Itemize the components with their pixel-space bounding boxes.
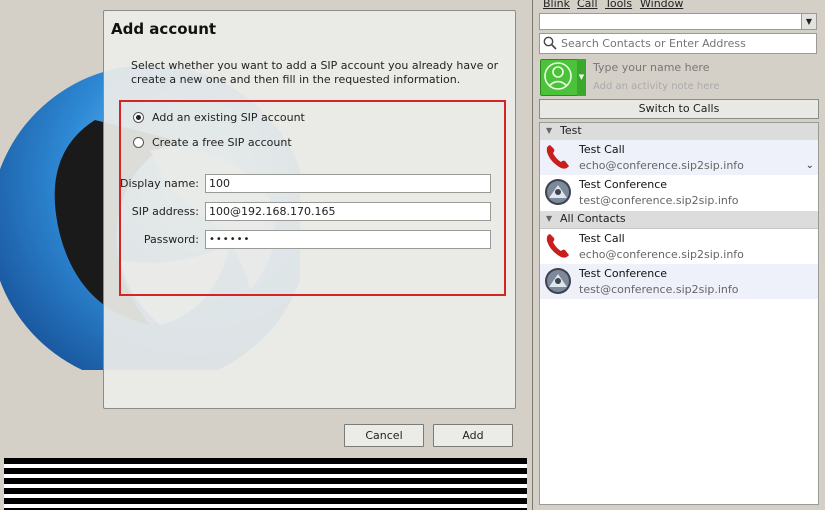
menu-tools[interactable]: Tools: [605, 0, 632, 10]
radio-existing-label: Add an existing SIP account: [152, 111, 305, 124]
add-account-panel: Add account Select whether you want to a…: [103, 10, 516, 409]
description-text: Select whether you want to add a SIP acc…: [131, 59, 499, 86]
group-header-test[interactable]: ▼ Test: [540, 123, 818, 141]
radio-free-label: Create a free SIP account: [152, 136, 292, 149]
menu-window[interactable]: Window: [640, 0, 683, 10]
phone-icon: [546, 145, 569, 169]
radio-existing-account[interactable]: Add an existing SIP account: [133, 111, 305, 124]
add-button[interactable]: Add: [433, 424, 513, 447]
presence-area: ▼ Type your name here Add an activity no…: [539, 58, 821, 98]
radio-free-account[interactable]: Create a free SIP account: [133, 136, 292, 149]
search-input[interactable]: [561, 34, 811, 53]
search-box[interactable]: [539, 33, 817, 54]
account-select[interactable]: ▼: [539, 13, 817, 30]
contact-name: Test Call: [579, 143, 625, 156]
page-title: Add account: [111, 20, 217, 38]
group-collapse-icon[interactable]: ▼: [546, 214, 552, 223]
add-account-window: Add account Select whether you want to a…: [0, 0, 533, 510]
conference-icon: [545, 268, 571, 294]
contact-list: ▼ Test Test Call echo@conference.sip2sip…: [539, 122, 819, 505]
group-label: Test: [560, 124, 582, 137]
cancel-button[interactable]: Cancel: [344, 424, 424, 447]
radio-checked-icon[interactable]: [133, 112, 144, 123]
group-label: All Contacts: [560, 212, 626, 225]
chevron-down-icon[interactable]: ▼: [801, 14, 816, 29]
search-icon: [543, 36, 557, 50]
chevron-down-icon[interactable]: ⌄: [806, 160, 814, 171]
display-name-input[interactable]: Type your name here: [593, 61, 709, 74]
radio-unchecked-icon[interactable]: [133, 137, 144, 148]
menu-window-label: Window: [640, 0, 684, 10]
user-icon: [544, 62, 572, 90]
menu-tools-label: Tools: [605, 0, 633, 10]
presence-menu-chevron-icon[interactable]: ▼: [577, 59, 586, 96]
contact-uri: echo@conference.sip2sip.info: [579, 248, 744, 261]
contact-uri: test@conference.sip2sip.info: [579, 194, 739, 207]
contact-name: Test Conference: [579, 267, 668, 280]
sip-address-label: SIP address:: [131, 205, 199, 218]
group-collapse-icon[interactable]: ▼: [546, 126, 552, 135]
menu-call[interactable]: Call: [577, 0, 598, 10]
window-background-stripes: [4, 458, 527, 510]
menu-bar: Blink Call Tools Window: [533, 0, 825, 11]
display-name-label: Display name:: [120, 177, 199, 190]
password-label: Password:: [143, 233, 199, 246]
contact-row[interactable]: Test Call echo@conference.sip2sip.info ⌄: [540, 140, 818, 175]
menu-blink-label: Blink: [543, 0, 571, 10]
menu-call-label: Call: [577, 0, 598, 10]
contact-row[interactable]: Test Conference test@conference.sip2sip.…: [540, 264, 818, 299]
switch-to-calls-button[interactable]: Switch to Calls: [539, 99, 819, 119]
sip-address-field[interactable]: 100@192.168.170.165: [205, 202, 491, 221]
menu-blink[interactable]: Blink: [543, 0, 570, 10]
contact-row[interactable]: Test Call echo@conference.sip2sip.info: [540, 229, 818, 264]
display-name-field[interactable]: 100: [205, 174, 491, 193]
activity-note-input[interactable]: Add an activity note here: [593, 81, 719, 92]
highlight-box: Add an existing SIP account Create a fre…: [119, 100, 506, 296]
phone-icon: [546, 234, 569, 258]
contact-name: Test Conference: [579, 178, 668, 191]
password-field[interactable]: ••••••: [205, 230, 491, 249]
contact-uri: test@conference.sip2sip.info: [579, 283, 739, 296]
contact-uri: echo@conference.sip2sip.info: [579, 159, 744, 172]
blink-main-window: Blink Call Tools Window ▼ ▼ Type your na…: [533, 0, 825, 510]
group-header-all-contacts[interactable]: ▼ All Contacts: [540, 211, 818, 229]
contact-name: Test Call: [579, 232, 625, 245]
conference-icon: [545, 179, 571, 205]
contact-row[interactable]: Test Conference test@conference.sip2sip.…: [540, 175, 818, 210]
